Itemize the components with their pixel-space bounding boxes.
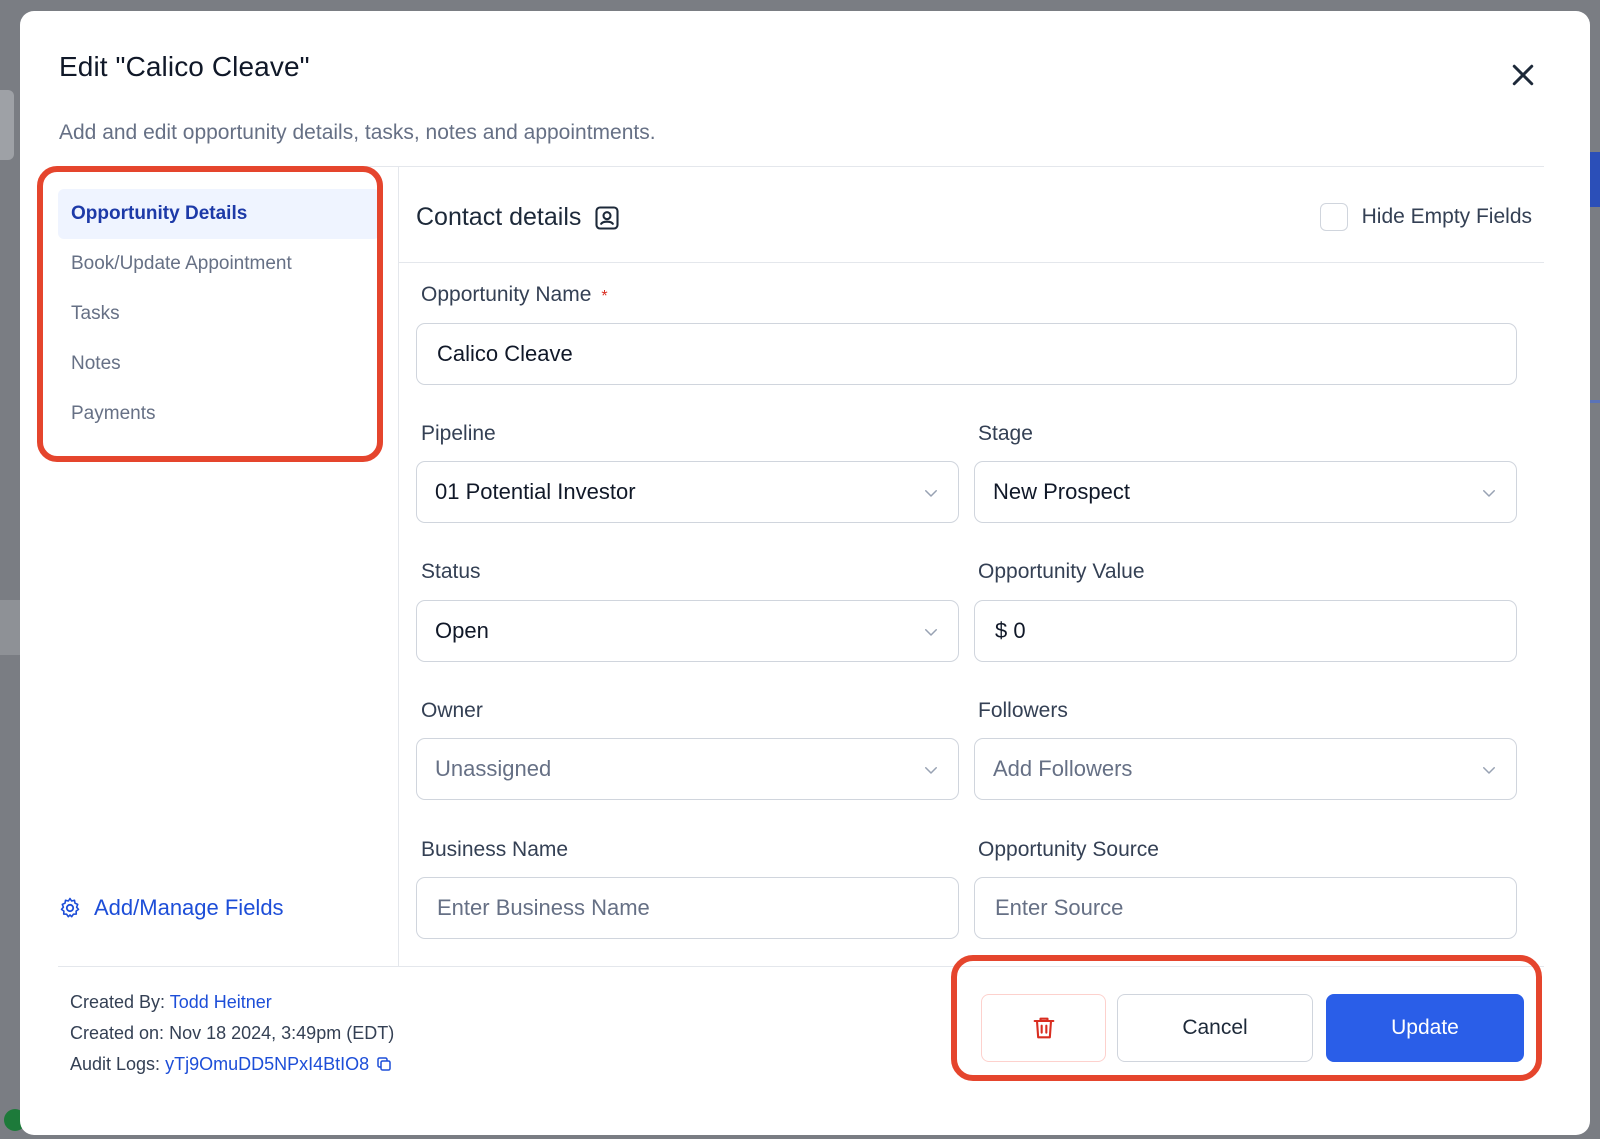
divider [398, 167, 399, 967]
pipeline-value: 01 Potential Investor [435, 479, 636, 504]
opportunity-source-label: Opportunity Source [978, 838, 1159, 861]
created-by-link[interactable]: Todd Heitner [170, 992, 272, 1012]
modal-header: Edit "Calico Cleave" [59, 51, 1550, 83]
close-icon [1512, 64, 1534, 86]
hide-empty-fields-label: Hide Empty Fields [1361, 205, 1532, 228]
chevron-down-icon [925, 629, 937, 636]
divider [58, 966, 1544, 967]
pipeline-select[interactable]: 01 Potential Investor [416, 461, 959, 523]
background-app-edge [0, 90, 14, 160]
hide-empty-fields-checkbox[interactable] [1319, 203, 1348, 231]
sidebar-nav: Opportunity Details Book/Update Appointm… [58, 189, 380, 439]
sidebar-item-tasks[interactable]: Tasks [58, 289, 380, 339]
sidebar-item-book-appointment[interactable]: Book/Update Appointment [58, 239, 380, 289]
followers-label: Followers [978, 699, 1068, 722]
opportunity-source-input[interactable]: Enter Source [974, 877, 1517, 939]
trash-icon [1033, 1017, 1054, 1039]
stage-label: Stage [978, 422, 1033, 445]
contact-card-icon[interactable] [593, 204, 621, 232]
followers-placeholder: Add Followers [993, 756, 1133, 781]
background-app-edge [0, 600, 20, 655]
stage-select[interactable]: New Prospect [974, 461, 1517, 523]
section-title: Contact details [416, 203, 621, 232]
audit-logs-row: Audit Logs: yTj9OmuDD5NPxI4BtIO8 [70, 1049, 394, 1080]
owner-label: Owner [421, 699, 483, 722]
required-mark: * [601, 288, 608, 305]
gear-icon [60, 897, 80, 918]
edit-opportunity-modal: Edit "Calico Cleave" Add and edit opport… [20, 11, 1590, 1135]
opportunity-name-input[interactable]: Calico Cleave [416, 323, 1517, 385]
section-title-text: Contact details [416, 203, 582, 231]
created-by-row: Created By: Todd Heitner [70, 992, 272, 1012]
delete-button[interactable] [981, 994, 1106, 1062]
form-scroll-clip: Enter Business Name Enter Source [410, 871, 1530, 951]
record-meta: Created By: Todd Heitner Created on: Nov… [70, 987, 394, 1080]
pipeline-label: Pipeline [421, 422, 496, 445]
followers-select[interactable]: Add Followers [974, 738, 1517, 800]
update-button[interactable]: Update [1326, 994, 1524, 1062]
section-header: Contact details Hide Empty Fields [399, 167, 1544, 263]
owner-placeholder: Unassigned [435, 756, 552, 781]
hide-empty-fields-toggle: Hide Empty Fields [1319, 203, 1532, 231]
created-on-row: Created on: Nov 18 2024, 3:49pm (EDT) [70, 1023, 395, 1043]
business-name-input[interactable]: Enter Business Name [416, 877, 959, 939]
chevron-down-icon [1483, 490, 1495, 497]
status-select[interactable]: Open [416, 600, 959, 662]
modal-subtitle: Add and edit opportunity details, tasks,… [59, 121, 656, 144]
audit-logs-link[interactable]: yTj9OmuDD5NPxI4BtIO8 [165, 1054, 369, 1074]
sidebar-item-opportunity-details[interactable]: Opportunity Details [58, 189, 380, 239]
add-manage-fields-label: Add/Manage Fields [94, 895, 284, 920]
business-name-label: Business Name [421, 838, 569, 861]
sidebar-item-payments[interactable]: Payments [58, 389, 380, 439]
status-label: Status [421, 560, 481, 583]
sidebar-item-notes[interactable]: Notes [58, 339, 380, 389]
chevron-down-icon [925, 490, 937, 497]
add-manage-fields-link[interactable]: Add/Manage Fields [58, 895, 284, 921]
close-button[interactable] [1508, 60, 1538, 90]
owner-select[interactable]: Unassigned [416, 738, 959, 800]
created-on-value: Nov 18 2024, 3:49pm (EDT) [169, 1023, 395, 1043]
modal-title: Edit "Calico Cleave" [59, 51, 310, 82]
opportunity-value-label: Opportunity Value [978, 560, 1145, 583]
opportunity-value-input[interactable]: $ 0 [974, 600, 1517, 662]
chevron-down-icon [1483, 767, 1495, 774]
status-value: Open [435, 618, 489, 643]
stage-value: New Prospect [993, 479, 1130, 504]
opportunity-name-label: Opportunity Name * [421, 283, 608, 306]
cancel-button[interactable]: Cancel [1117, 994, 1313, 1062]
chevron-down-icon [925, 767, 937, 774]
copy-icon[interactable] [375, 1055, 393, 1073]
